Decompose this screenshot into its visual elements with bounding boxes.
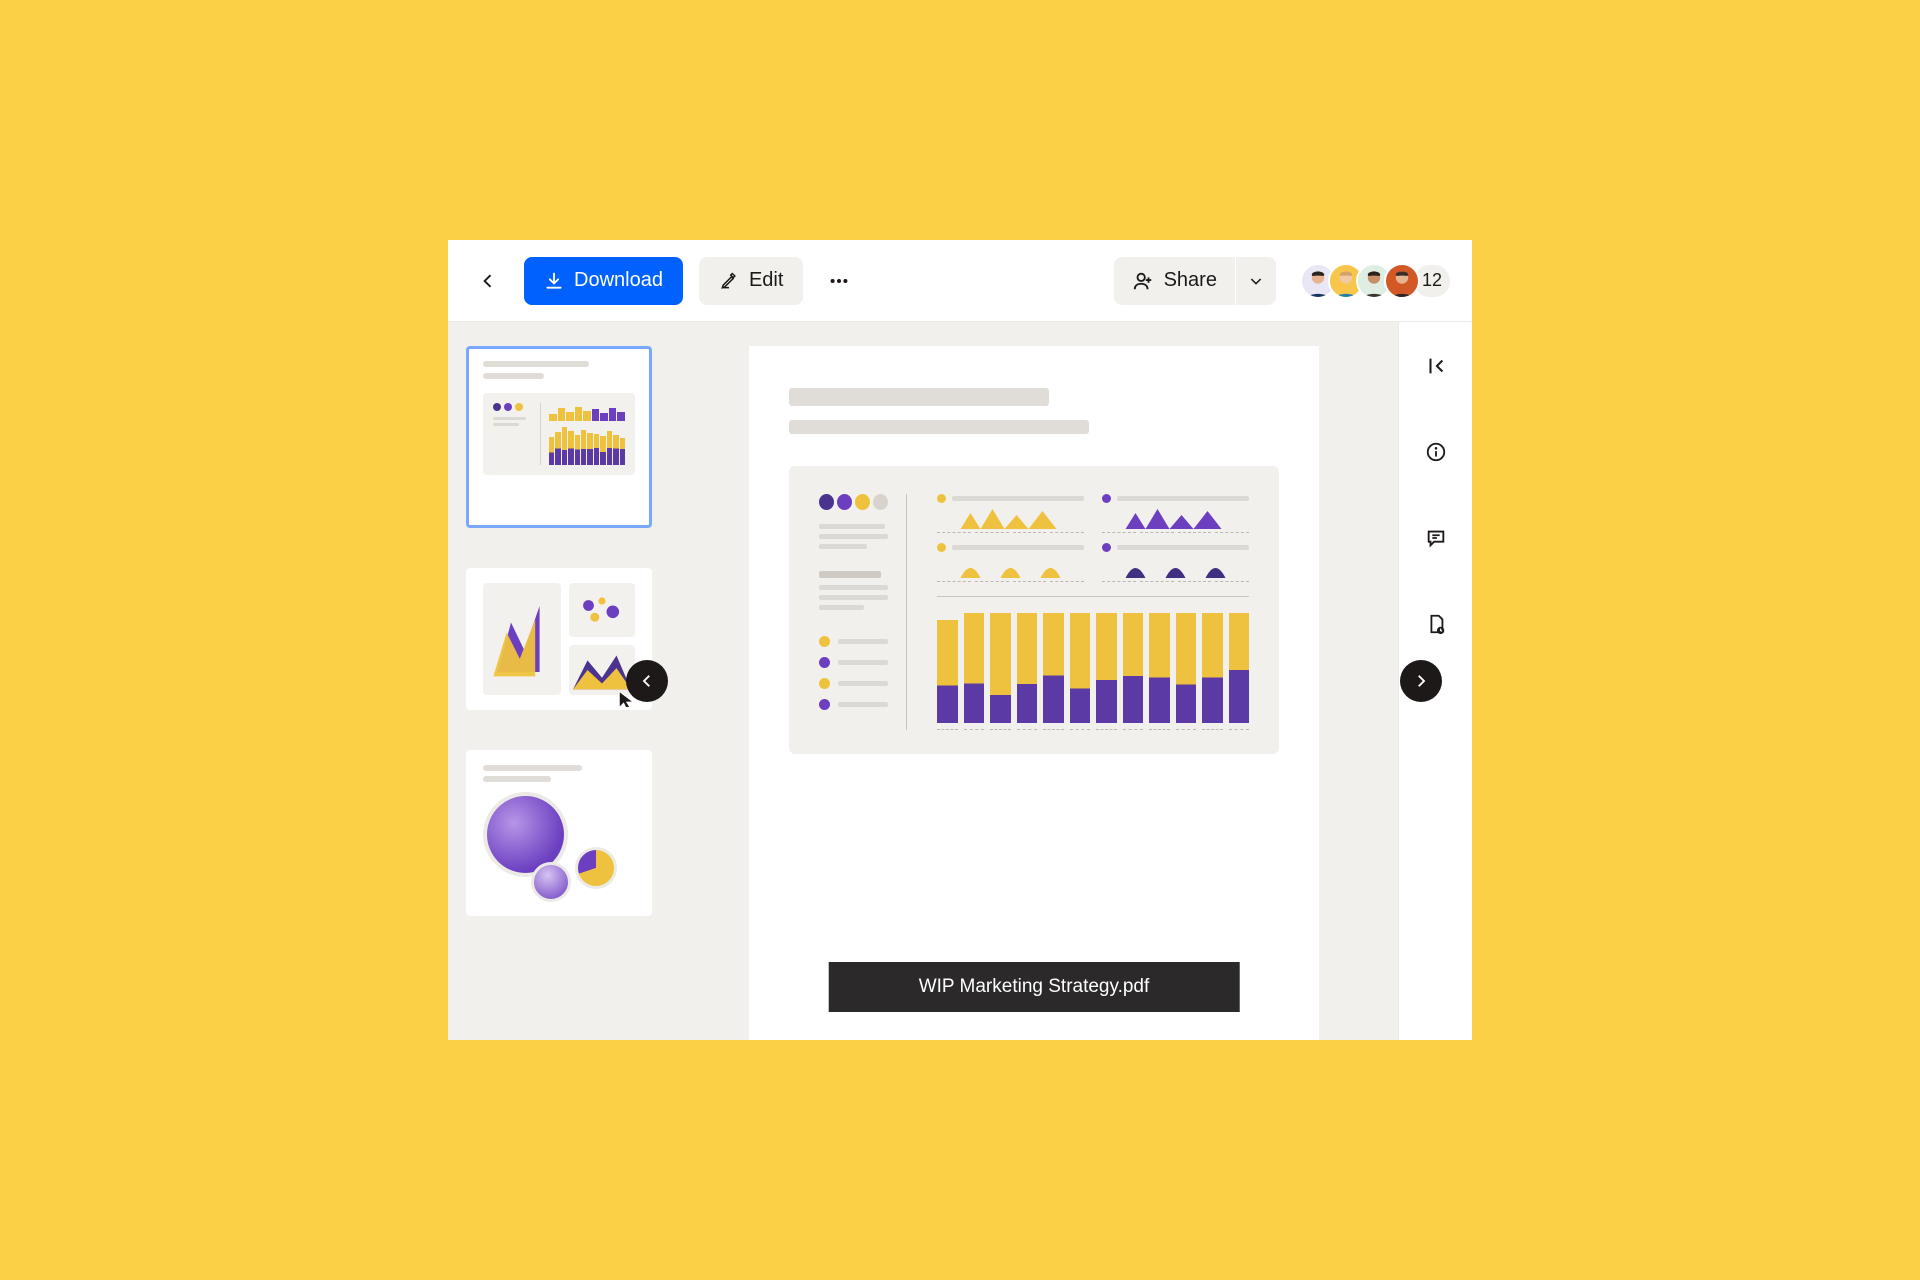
thumb2-graphic-a — [489, 589, 555, 689]
thumbnail-2[interactable] — [466, 568, 652, 710]
download-icon — [544, 271, 564, 291]
pencil-icon — [719, 271, 739, 291]
collapse-icon — [1425, 355, 1447, 377]
comments-button[interactable] — [1416, 518, 1456, 558]
bar — [1123, 613, 1144, 723]
chart-legend — [819, 494, 907, 730]
bar — [1096, 613, 1117, 723]
subtitle-placeholder — [789, 420, 1089, 434]
download-button[interactable]: Download — [524, 257, 683, 305]
preview-window: Download Edit Share — [448, 240, 1472, 1040]
back-button[interactable] — [468, 261, 508, 301]
bar — [990, 613, 1011, 723]
edit-button[interactable]: Edit — [699, 257, 803, 305]
ellipsis-icon — [828, 270, 850, 292]
body: WIP Marketing Strategy.pdf — [448, 322, 1472, 1040]
chart-card — [789, 466, 1279, 754]
avatar[interactable] — [1384, 263, 1420, 299]
chevron-left-icon — [638, 672, 656, 690]
bar — [1176, 613, 1197, 723]
viewer: WIP Marketing Strategy.pdf — [670, 322, 1398, 1040]
more-button[interactable] — [819, 261, 859, 301]
bar-chart — [937, 613, 1249, 723]
download-label: Download — [574, 269, 663, 292]
document-page: WIP Marketing Strategy.pdf — [749, 346, 1319, 1040]
stage: Download Edit Share — [0, 0, 1920, 1280]
toolbar: Download Edit Share — [448, 240, 1472, 322]
chevron-down-icon — [1248, 273, 1264, 289]
file-activity-icon — [1425, 613, 1447, 635]
bar — [1202, 613, 1223, 723]
thumbnail-1[interactable] — [466, 346, 652, 528]
bar — [1229, 613, 1250, 723]
bar — [1070, 613, 1091, 723]
bar — [1043, 613, 1064, 723]
bar — [1017, 613, 1038, 723]
info-button[interactable] — [1416, 432, 1456, 472]
share-button[interactable]: Share — [1114, 257, 1235, 305]
bar — [964, 613, 985, 723]
next-page-button[interactable] — [1400, 660, 1442, 702]
filename-text: WIP Marketing Strategy.pdf — [919, 976, 1150, 997]
chevron-left-icon — [478, 271, 498, 291]
viewer-avatars[interactable]: 12 — [1300, 263, 1452, 299]
thumbnail-3[interactable] — [466, 750, 652, 916]
prev-page-button[interactable] — [626, 660, 668, 702]
activity-button[interactable] — [1416, 604, 1456, 644]
filename-bar: WIP Marketing Strategy.pdf — [829, 962, 1240, 1012]
chart-body — [937, 494, 1249, 730]
title-placeholder — [789, 388, 1049, 406]
chevron-right-icon — [1412, 672, 1430, 690]
edit-label: Edit — [749, 269, 783, 292]
info-icon — [1425, 441, 1447, 463]
collapse-rail-button[interactable] — [1416, 346, 1456, 386]
bar — [937, 620, 958, 723]
share-person-icon — [1132, 270, 1154, 292]
comment-icon — [1425, 527, 1447, 549]
share-label: Share — [1164, 269, 1217, 292]
share-split-button: Share — [1114, 257, 1276, 305]
bar — [1149, 613, 1170, 723]
share-caret[interactable] — [1236, 257, 1276, 305]
